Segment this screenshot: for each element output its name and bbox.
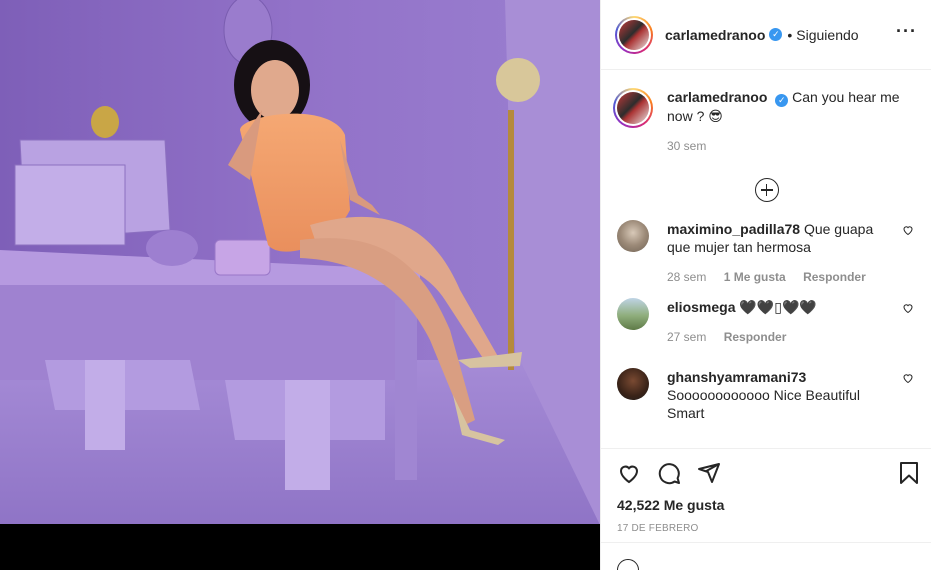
action-bar (601, 449, 931, 497)
commenter-avatar[interactable] (617, 298, 649, 330)
heart-icon[interactable] (617, 461, 641, 485)
post-header: carlamedranoo ✓ • Siguiendo ··· (601, 0, 931, 70)
comment-username[interactable]: ghanshyamramani73 (667, 369, 806, 385)
post-side-panel: carlamedranoo ✓ • Siguiendo ··· carlamed… (600, 0, 931, 570)
comment-icon[interactable] (657, 461, 681, 485)
author-username[interactable]: carlamedranoo (665, 27, 765, 43)
caption-time[interactable]: 30 sem (667, 139, 706, 153)
comment-username[interactable]: eliosmega (667, 299, 735, 315)
more-options-icon[interactable]: ··· (896, 22, 917, 40)
comment-like-heart-icon[interactable] (902, 372, 914, 384)
separator-dot: • (787, 26, 793, 43)
verified-badge-icon: ✓ (775, 94, 789, 107)
caption-username[interactable]: carlamedranoo (667, 89, 767, 105)
caption-avatar[interactable] (613, 88, 653, 128)
post-actions: 42,522 Me gusta 17 DE FEBRERO (601, 448, 931, 570)
comment-item: maximino_padilla78 Que guapa que mujer t… (601, 216, 931, 294)
comment-text: Soooooooooooo Nice Beautiful Smart (667, 387, 861, 421)
share-icon[interactable] (697, 461, 721, 485)
bookmark-icon[interactable] (897, 461, 921, 485)
author-avatar[interactable] (615, 15, 653, 54)
comment-like-heart-icon[interactable] (902, 302, 914, 314)
comment-username[interactable]: maximino_padilla78 (667, 221, 800, 237)
like-count[interactable]: 42,522 Me gusta (601, 497, 931, 513)
photo-letterbox (0, 524, 600, 570)
post-date[interactable]: 17 DE FEBRERO (601, 523, 931, 534)
comment-item: eliosmega 🖤🖤▯🖤🖤 27 sem Responder (601, 294, 931, 364)
add-comment-bar[interactable] (601, 542, 931, 570)
verified-badge-icon: ✓ (769, 28, 783, 41)
reply-button[interactable]: Responder (803, 270, 866, 284)
comment-text: 🖤🖤▯🖤🖤 (739, 299, 817, 315)
purple-room-photo (0, 0, 600, 525)
comment-time[interactable]: 27 sem (667, 330, 706, 344)
commenter-avatar[interactable] (617, 220, 649, 252)
post-caption: carlamedranoo ✓ Can you hear me now ? 😎 … (601, 70, 931, 160)
comments-list[interactable]: carlamedranoo ✓ Can you hear me now ? 😎 … (601, 70, 931, 448)
comment-likes[interactable]: 1 Me gusta (724, 270, 786, 284)
plus-circle-icon[interactable] (754, 178, 779, 202)
commenter-avatar[interactable] (617, 368, 649, 400)
comment-time[interactable]: 28 sem (667, 270, 706, 284)
emoji-icon[interactable] (617, 559, 639, 570)
reply-button[interactable]: Responder (724, 330, 787, 344)
comment-like-heart-icon[interactable] (902, 224, 914, 236)
comment-item: ghanshyamramani73 Soooooooooooo Nice Bea… (601, 364, 931, 434)
follow-status-button[interactable]: Siguiendo (796, 27, 858, 43)
post-photo[interactable] (0, 0, 600, 570)
load-more-comments[interactable] (601, 178, 931, 202)
